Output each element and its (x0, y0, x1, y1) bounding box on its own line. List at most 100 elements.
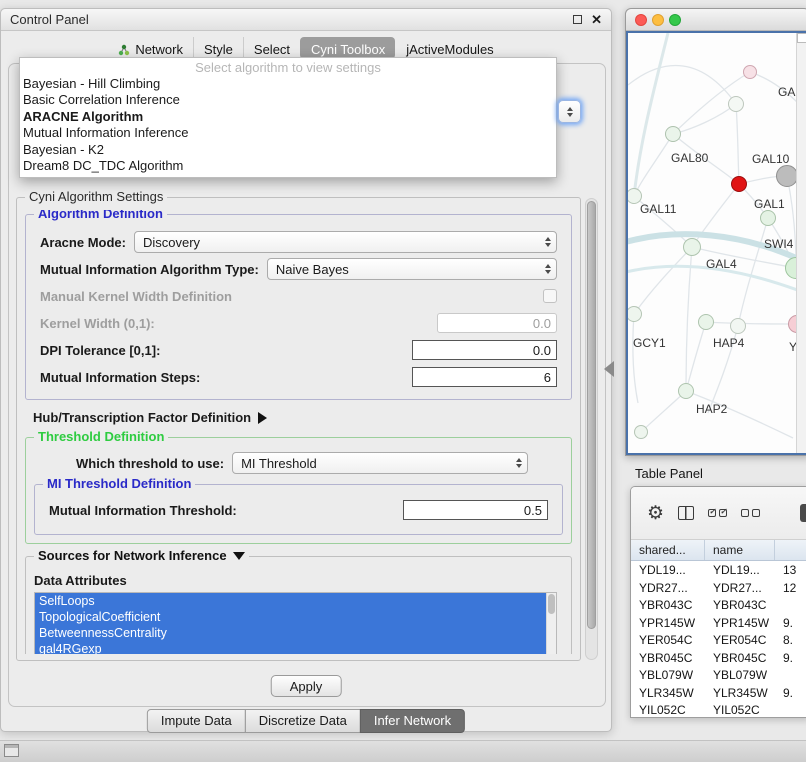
graph-node[interactable] (728, 96, 744, 112)
algorithm-combo-button[interactable] (558, 100, 581, 123)
graph-node[interactable] (731, 176, 747, 192)
graph-node[interactable] (665, 126, 681, 142)
scrollbar-thumb[interactable] (548, 594, 555, 614)
mi-threshold-row: Mutual Information Threshold: 0.5 (43, 499, 554, 521)
scrollbar-button[interactable] (797, 33, 806, 43)
threshold-definition-title: Threshold Definition (34, 429, 168, 444)
table-row[interactable]: YER054C YER054C 8. (631, 631, 806, 649)
control-panel-tab[interactable]: Style (193, 37, 243, 59)
minimized-panel-icon[interactable] (4, 744, 19, 757)
graph-node[interactable] (730, 318, 746, 334)
table-row[interactable]: YDR27... YDR27... 12 (631, 579, 806, 597)
aracne-mode-select[interactable]: Discovery (134, 231, 557, 253)
close-icon[interactable]: ✕ (591, 13, 602, 26)
tab-label: Cyni Toolbox (311, 42, 385, 57)
algorithm-option[interactable]: ARACNE Algorithm (20, 109, 556, 125)
clipped-toolbar-icon[interactable] (800, 504, 806, 522)
table-row[interactable]: YLR345W YLR345W 9. (631, 684, 806, 702)
scrollbar-thumb[interactable] (587, 201, 596, 629)
algorithm-option[interactable]: Dream8 DC_TDC Algorithm (20, 158, 556, 174)
which-threshold-select[interactable]: MI Threshold (232, 452, 528, 474)
table-cell: 9. (775, 614, 806, 632)
attributes-list[interactable]: SelfLoops TopologicalCoefficient Between… (34, 592, 557, 654)
cyni-algorithm-settings-group: Cyni Algorithm Settings Algorithm Defini… (16, 197, 581, 661)
table-row[interactable]: YPR145W YPR145W 9. (631, 614, 806, 632)
panel-collapse-arrow[interactable] (604, 361, 614, 377)
manual-kernel-checkbox[interactable] (543, 289, 557, 303)
data-attributes-label: Data Attributes (34, 573, 565, 588)
node-label: GAL80 (671, 151, 708, 165)
column-layout-icon[interactable] (678, 506, 694, 520)
minimize-traffic-light[interactable] (652, 14, 664, 26)
kernel-width-field[interactable]: 0.0 (437, 313, 557, 333)
table-panel-title: Table Panel (635, 466, 703, 481)
algorithm-option[interactable]: Bayesian - K2 (20, 142, 556, 158)
attribute-item[interactable]: gal4RGexp (35, 641, 546, 654)
table-row[interactable]: YIL052C YIL052C (631, 701, 806, 718)
aracne-mode-row: Aracne Mode: Discovery (34, 231, 563, 253)
table-row[interactable]: YDL19... YDL19... 13 (631, 561, 806, 579)
mi-steps-row: Mutual Information Steps: 6 (34, 366, 563, 388)
manual-kernel-label: Manual Kernel Width Definition (40, 289, 232, 304)
mi-threshold-group: MI Threshold Definition Mutual Informati… (34, 484, 563, 535)
mi-steps-field[interactable]: 6 (412, 367, 557, 387)
graph-node[interactable] (678, 383, 694, 399)
collapsed-arrow-icon[interactable] (258, 412, 267, 424)
float-window-icon[interactable] (573, 15, 582, 24)
settings-scrollbar[interactable] (585, 198, 598, 660)
table-cell: YBR045C (631, 649, 705, 667)
bottom-tab[interactable]: Infer Network (360, 709, 465, 733)
control-panel-tab[interactable]: Cyni Toolbox (300, 37, 395, 59)
mi-algorithm-select[interactable]: Naive Bayes (267, 258, 557, 280)
graph-node[interactable] (743, 65, 757, 79)
bottom-tab[interactable]: Discretize Data (245, 709, 361, 733)
node-label: GAL11 (640, 202, 676, 216)
network-tab-icon (118, 44, 130, 56)
expanded-arrow-icon[interactable] (233, 552, 245, 560)
node-label: HAP2 (696, 402, 727, 416)
settings-gear-icon[interactable]: ⚙ (647, 504, 664, 523)
graph-node[interactable] (698, 314, 714, 330)
chevron-updown-icon (511, 458, 522, 468)
graph-node[interactable] (634, 425, 648, 439)
graph-node[interactable] (776, 165, 796, 187)
control-panel-tab[interactable]: jActiveModules (395, 37, 503, 59)
algorithm-option[interactable]: Mutual Information Inference (20, 125, 556, 141)
mi-algorithm-value: Naive Bayes (276, 262, 540, 277)
bottom-tab-bar: Impute Data Discretize Data Infer Networ… (147, 709, 465, 733)
zoom-traffic-light[interactable] (669, 14, 681, 26)
table-row[interactable]: YBR043C YBR043C (631, 596, 806, 614)
chevron-updown-icon (540, 264, 551, 274)
select-all-icon[interactable] (708, 509, 727, 517)
control-panel-tab[interactable]: Select (243, 37, 300, 59)
table-row[interactable]: YBR045C YBR045C 9. (631, 649, 806, 667)
algorithm-option[interactable]: Bayesian - Hill Climbing (20, 76, 556, 92)
network-canvas[interactable]: GALGAL80GAL10GAL11GAL1SWI4GAL4GCY1HAP4YH… (628, 33, 796, 453)
attribute-item[interactable]: TopologicalCoefficient (35, 609, 546, 625)
node-label: Y (789, 340, 796, 354)
node-label: GCY1 (633, 336, 666, 350)
tab-label: jActiveModules (406, 42, 493, 57)
mi-threshold-field[interactable]: 0.5 (403, 500, 548, 520)
attribute-item[interactable]: BetweennessCentrality (35, 625, 546, 641)
hub-definition-toggle[interactable]: Hub/Transcription Factor Definition (33, 410, 572, 425)
apply-button[interactable]: Apply (271, 675, 342, 697)
table-cell: 8. (775, 631, 806, 649)
dpi-tolerance-field[interactable]: 0.0 (412, 340, 557, 360)
close-traffic-light[interactable] (635, 14, 647, 26)
deselect-all-icon[interactable] (741, 509, 760, 517)
table-row[interactable]: YBL079W YBL079W (631, 666, 806, 684)
column-header[interactable]: name (705, 540, 775, 560)
algorithm-option[interactable]: Basic Correlation Inference (20, 92, 556, 108)
column-header[interactable]: shared... (631, 540, 705, 560)
attributes-vertical-scrollbar[interactable] (546, 593, 556, 654)
graph-node[interactable] (760, 210, 776, 226)
bottom-tab[interactable]: Impute Data (147, 709, 246, 733)
attribute-item[interactable]: SelfLoops (35, 593, 546, 609)
sources-title[interactable]: Sources for Network Inference (34, 548, 249, 563)
desktop: Control Panel ✕ Network Style (0, 0, 806, 762)
graph-node[interactable] (683, 238, 701, 256)
network-vertical-scrollbar[interactable] (796, 33, 806, 453)
control-panel-tab[interactable]: Network (108, 37, 193, 59)
column-header[interactable] (775, 540, 806, 560)
